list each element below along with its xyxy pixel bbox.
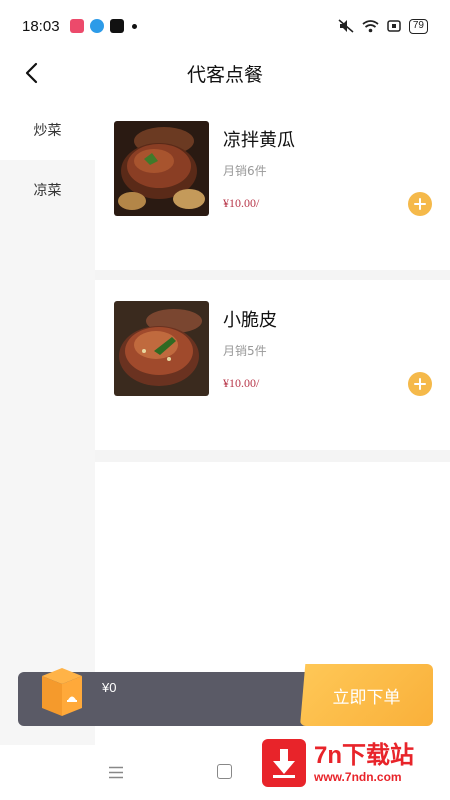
browser-app-icon	[89, 19, 104, 33]
watermark-title: 7n下载站	[314, 742, 415, 769]
category-item-cold-dish[interactable]: 凉菜	[0, 160, 95, 220]
video-app-icon	[69, 19, 84, 33]
status-time: 18:03	[22, 17, 60, 35]
back-button[interactable]	[16, 58, 46, 88]
cart-box-icon[interactable]	[34, 666, 90, 718]
dish-card[interactable]: 凉拌黄瓜 月销6件 ¥10.00/	[95, 100, 450, 270]
chevron-left-icon	[25, 62, 38, 84]
category-label: 炒菜	[33, 123, 62, 139]
dish-list: 凉拌黄瓜 月销6件 ¥10.00/ 小脆皮 月销5件 ¥10.00/	[95, 100, 450, 745]
dish-sales: 月销6件	[223, 164, 267, 178]
wifi-icon	[362, 19, 379, 32]
place-order-label: 立即下单	[332, 687, 401, 708]
mute-icon	[338, 19, 354, 33]
dish-image	[114, 301, 209, 396]
dish-sales: 月销5件	[223, 344, 267, 358]
dish-price: ¥10.00/	[223, 196, 260, 210]
add-to-cart-button[interactable]	[408, 372, 432, 396]
screen-record-icon	[387, 20, 401, 32]
screen: 18:03 79 代客点餐 炒菜 凉菜 凉拌黄瓜 月销6件 ¥10.00/ 小脆…	[0, 0, 450, 800]
home-button[interactable]	[217, 764, 232, 779]
dish-image	[114, 121, 209, 216]
menu-icon[interactable]	[108, 766, 124, 779]
dish-name: 小脆皮	[223, 310, 277, 331]
dish-name: 凉拌黄瓜	[223, 130, 295, 151]
watermark-url: www.7ndn.com	[314, 770, 402, 784]
notification-dot-icon	[131, 23, 137, 29]
watermark: 7n下载站 www.7ndn.com	[262, 735, 442, 791]
place-order-button[interactable]: 立即下单	[300, 664, 433, 726]
header: 代客点餐	[0, 52, 450, 94]
dish-price: ¥10.00/	[223, 376, 260, 390]
watermark-text: 7n下载站 www.7ndn.com	[314, 742, 414, 784]
card-divider	[95, 450, 450, 462]
dish-card[interactable]: 小脆皮 月销5件 ¥10.00/	[95, 280, 450, 450]
category-sidebar: 炒菜 凉菜	[0, 100, 95, 745]
cart-bar: ¥0 立即下单	[18, 664, 433, 726]
status-bar: 18:03 79	[0, 0, 450, 52]
cart-amount: ¥0	[102, 680, 117, 695]
plus-icon	[414, 198, 426, 210]
tiktok-app-icon	[109, 19, 124, 33]
download-icon	[262, 739, 306, 787]
plus-icon	[414, 378, 426, 390]
battery-icon: 79	[408, 18, 428, 34]
status-icons: 79	[338, 18, 428, 34]
add-to-cart-button[interactable]	[408, 192, 432, 216]
category-label: 凉菜	[33, 183, 62, 199]
page-title: 代客点餐	[186, 63, 263, 86]
category-item-stir-fry[interactable]: 炒菜	[0, 100, 95, 160]
